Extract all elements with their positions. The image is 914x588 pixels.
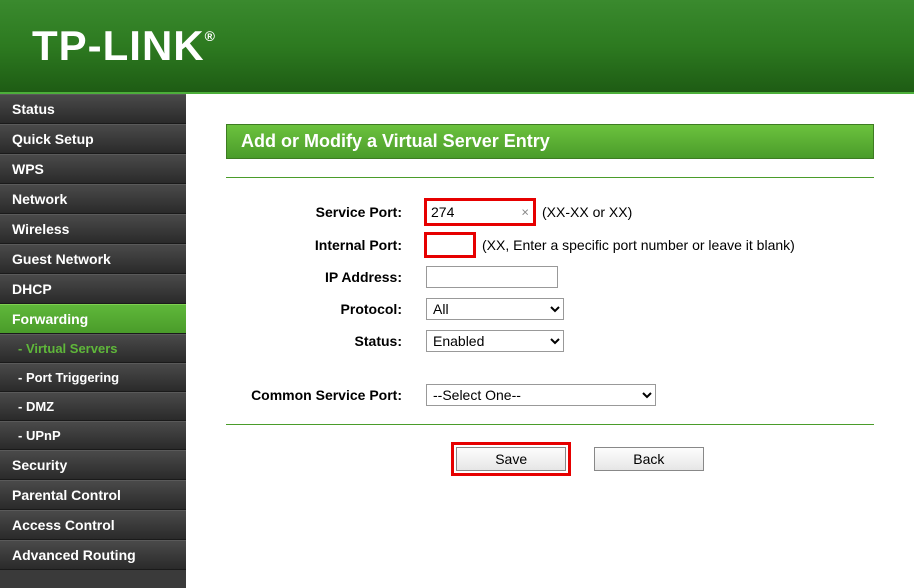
status-select[interactable]: Enabled xyxy=(426,330,564,352)
label-protocol: Protocol: xyxy=(226,301,426,317)
clear-icon[interactable]: × xyxy=(521,205,529,220)
label-status: Status: xyxy=(226,333,426,349)
label-service-port: Service Port: xyxy=(226,204,426,220)
label-common-service-port: Common Service Port: xyxy=(226,387,426,403)
nav-forwarding[interactable]: Forwarding xyxy=(0,304,186,334)
internal-port-input[interactable] xyxy=(426,234,474,256)
brand-logo: TP-LINK® xyxy=(32,22,216,70)
nav-dmz[interactable]: - DMZ xyxy=(0,392,186,421)
nav-upnp[interactable]: - UPnP xyxy=(0,421,186,450)
page-title: Add or Modify a Virtual Server Entry xyxy=(226,124,874,159)
nav-access-control[interactable]: Access Control xyxy=(0,510,186,540)
nav-wireless[interactable]: Wireless xyxy=(0,214,186,244)
nav-status[interactable]: Status xyxy=(0,94,186,124)
nav-wps[interactable]: WPS xyxy=(0,154,186,184)
common-service-port-select[interactable]: --Select One-- xyxy=(426,384,656,406)
brand-text: TP-LINK xyxy=(32,22,205,69)
nav-security[interactable]: Security xyxy=(0,450,186,480)
hint-service-port: (XX-XX or XX) xyxy=(542,204,632,220)
nav-guest-network[interactable]: Guest Network xyxy=(0,244,186,274)
protocol-select[interactable]: All xyxy=(426,298,564,320)
header: TP-LINK® xyxy=(0,0,914,94)
service-port-wrap: × xyxy=(426,200,534,224)
separator-top xyxy=(226,177,874,178)
ip-address-input[interactable] xyxy=(426,266,558,288)
save-button[interactable]: Save xyxy=(456,447,566,471)
nav-advanced-routing[interactable]: Advanced Routing xyxy=(0,540,186,570)
nav-parental-control[interactable]: Parental Control xyxy=(0,480,186,510)
sidebar[interactable]: Status Quick Setup WPS Network Wireless … xyxy=(0,94,186,588)
label-ip-address: IP Address: xyxy=(226,269,426,285)
nav-port-triggering[interactable]: - Port Triggering xyxy=(0,363,186,392)
main-content: Add or Modify a Virtual Server Entry Ser… xyxy=(186,94,914,588)
hint-internal-port: (XX, Enter a specific port number or lea… xyxy=(482,237,795,253)
nav-dhcp[interactable]: DHCP xyxy=(0,274,186,304)
service-port-input[interactable] xyxy=(431,202,513,222)
separator-bottom xyxy=(226,424,874,425)
nav-network[interactable]: Network xyxy=(0,184,186,214)
nav-quick-setup[interactable]: Quick Setup xyxy=(0,124,186,154)
button-row: Save Back xyxy=(226,447,874,471)
brand-registered: ® xyxy=(205,28,216,44)
back-button[interactable]: Back xyxy=(594,447,704,471)
label-internal-port: Internal Port: xyxy=(226,237,426,253)
nav-virtual-servers[interactable]: - Virtual Servers xyxy=(0,334,186,363)
